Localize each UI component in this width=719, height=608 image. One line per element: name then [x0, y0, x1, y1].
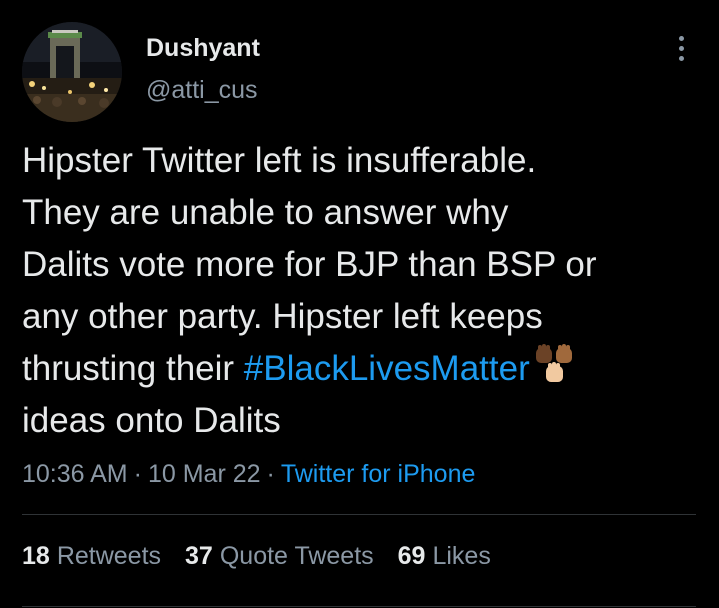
meta-separator: ·: [266, 460, 275, 488]
retweets-stat[interactable]: 18 Retweets: [22, 541, 161, 571]
quote-tweets-count: 37: [185, 542, 213, 570]
tweet-text-line: They are unable to answer why: [22, 193, 509, 232]
likes-count: 69: [397, 542, 426, 570]
tweet-text: Hipster Twitter left is insufferable. Th…: [22, 135, 702, 447]
likes-stat[interactable]: 69 Likes: [398, 541, 491, 571]
retweets-label: Retweets: [56, 542, 162, 570]
user-handle[interactable]: @atti_cus: [146, 75, 258, 105]
tweet-text-line: Dalits vote more for BJP than BSP or: [22, 245, 597, 284]
more-options-button[interactable]: [664, 30, 698, 66]
retweets-count: 18: [22, 542, 50, 570]
tweet-text-fragment: thrusting their: [22, 349, 244, 388]
tweet-text-line: thrusting their #BlackLivesMatter: [22, 343, 702, 395]
quote-tweets-label: Quote Tweets: [219, 542, 374, 570]
tweet-text-line: Hipster Twitter left is insufferable.: [22, 141, 537, 180]
tweet-time[interactable]: 10:36 AM: [22, 460, 128, 488]
more-dot: [678, 55, 684, 61]
divider: [22, 514, 696, 515]
raised-fists-emoji: [535, 344, 572, 382]
tweet-text-line: any other party. Hipster left keeps: [22, 297, 543, 336]
avatar-photo: [22, 22, 122, 122]
more-vertical-icon: [678, 35, 684, 41]
tweet-date[interactable]: 10 Mar 22: [148, 460, 261, 488]
tweet-meta: 10:36 AM · 10 Mar 22 · Twitter for iPhone: [22, 459, 475, 489]
tweet: Dushyant @atti_cus Hipster Twitter left …: [0, 0, 719, 608]
display-name[interactable]: Dushyant: [146, 33, 260, 63]
divider: [22, 606, 696, 607]
more-dot: [678, 45, 684, 51]
avatar[interactable]: [22, 22, 122, 122]
likes-label: Likes: [432, 542, 491, 570]
quote-tweets-stat[interactable]: 37 Quote Tweets: [185, 541, 374, 571]
hashtag-link[interactable]: #BlackLivesMatter: [244, 349, 530, 388]
tweet-source-link[interactable]: Twitter for iPhone: [281, 460, 476, 488]
meta-separator: ·: [133, 460, 142, 488]
tweet-stats: 18 Retweets 37 Quote Tweets 69 Likes: [22, 541, 491, 571]
tweet-text-line: ideas onto Dalits: [22, 401, 281, 440]
